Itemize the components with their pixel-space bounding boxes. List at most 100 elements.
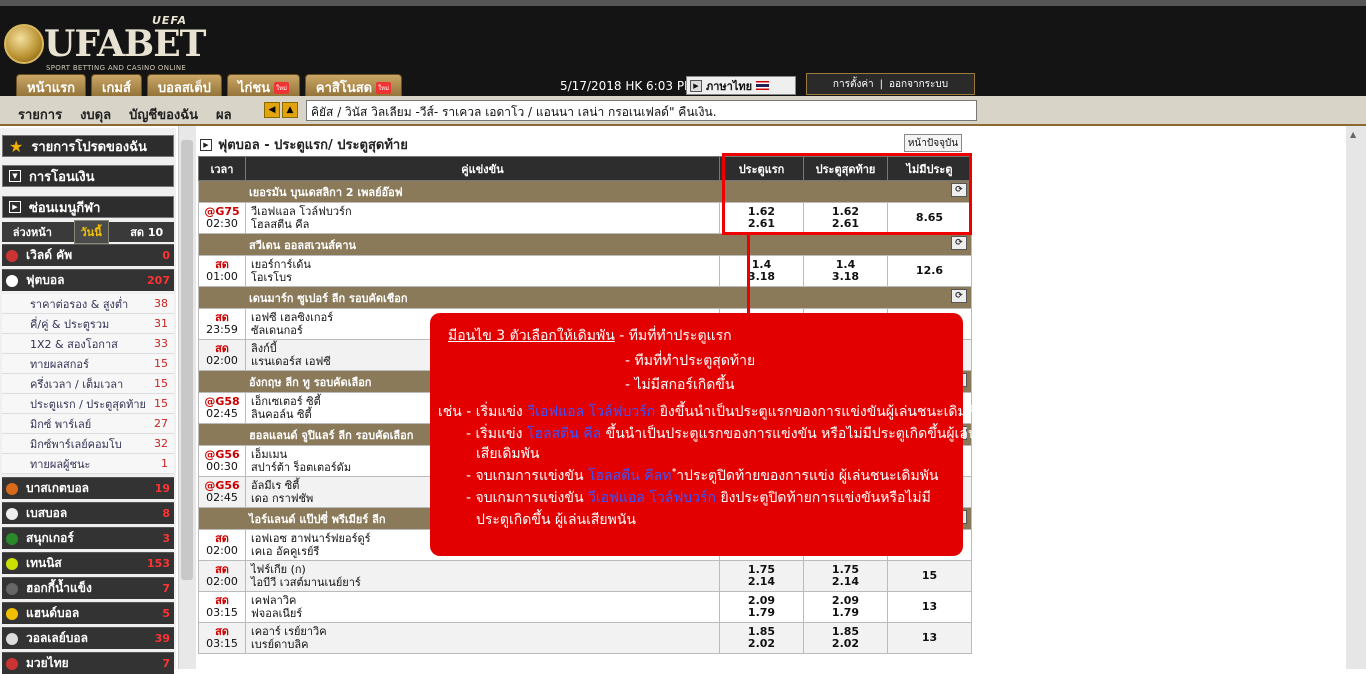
submenu-count: 15 xyxy=(154,377,168,390)
logout-link[interactable]: ออกจากระบบ xyxy=(889,77,948,92)
subnav-item-2[interactable]: บัญชีของฉัน xyxy=(129,104,198,125)
football-submenu-item[interactable]: มิกซ์พาร์เลย์คอมโบ 32 xyxy=(2,434,174,454)
sport-item[interactable]: เทนนิส 153 xyxy=(2,552,174,574)
scroll-up-icon[interactable]: ▲ xyxy=(1350,130,1356,139)
sports-sidebar: ★ รายการโปรดของฉัน ▼ การโอนเงิน ▶ ซ่อนเมนูก… xyxy=(0,128,176,674)
last-goal-odds[interactable]: 2.09 1.79 xyxy=(803,591,888,623)
no-goal-odds[interactable]: 12.6 xyxy=(887,255,972,287)
away-team: ไอบีวี เวสต์มานเนย์ยาร์ xyxy=(251,576,361,589)
sport-item[interactable]: ฮอกกี้น้ำแข็ง 7 xyxy=(2,577,174,599)
sport-ball-icon xyxy=(6,557,18,570)
football-submenu-item[interactable]: ทายผลสกอร์ 15 xyxy=(2,354,174,374)
kickoff-time: 02:30 xyxy=(206,217,238,230)
football-submenu-item[interactable]: 1X2 & สองโอกาส 33 xyxy=(2,334,174,354)
logo-uefa: UEFA xyxy=(152,14,188,27)
site-header: UFABET UEFA SPORT BETTING AND CASINO ONL… xyxy=(0,6,1366,101)
sport-item[interactable]: ฟุตบอล 207 xyxy=(2,269,174,291)
popup-team: โฮลสตีน คีลท xyxy=(587,468,672,484)
subnav-item-0[interactable]: รายการ xyxy=(18,104,62,125)
sport-count: 0 xyxy=(162,249,170,262)
tab-early[interactable]: ล่วงหน้า xyxy=(13,223,52,241)
nav-tab-label: คาสิโนสด xyxy=(315,81,373,96)
subnav-item-3[interactable]: ผล xyxy=(216,104,232,125)
sport-ball-icon xyxy=(6,532,18,545)
no-goal-odds[interactable]: 13 xyxy=(887,622,972,654)
last-goal-odds[interactable]: 1.75 2.14 xyxy=(803,560,888,592)
league-name: เยอรมัน บุนเดสลิกา 2 เพลย์อ๊อฟ xyxy=(249,185,403,199)
sport-item[interactable]: วอลเลย์บอล 39 xyxy=(2,627,174,649)
football-submenu-item[interactable]: ประตูแรก / ประตูสุดท้าย 15 xyxy=(2,394,174,414)
no-goal-odds[interactable]: 15 xyxy=(887,560,972,592)
teams-cell: เคฟลาวิค ฟจอลเนียร์ xyxy=(245,591,720,623)
submenu-label: ทายผลสกอร์ xyxy=(30,357,89,371)
sport-count: 8 xyxy=(162,507,170,520)
football-submenu-item[interactable]: ราคาต่อรอง & สูงต่ำ 38 xyxy=(2,294,174,314)
no-goal-odds[interactable]: 13 xyxy=(887,591,972,623)
league-name: ไอร์แลนด์ แป๊ปซี่ พรีเมียร์ ลีก xyxy=(249,512,386,526)
sidebar-scroll-thumb[interactable] xyxy=(181,140,193,580)
popup-intro: มีอนไข 3 ตัวเลือกให้เดิมพัน xyxy=(448,328,615,344)
first-goal-odds[interactable]: 2.09 1.79 xyxy=(719,591,804,623)
refresh-icon[interactable]: ⟳ xyxy=(951,288,967,303)
first-goal-odds[interactable]: 1.75 2.14 xyxy=(719,560,804,592)
time-cell: สด 01:00 xyxy=(198,255,246,287)
popup-line-5: - เริ่มแข่ง โฮลสตีน คีล ขึ้นนำเป็นประตูแ… xyxy=(466,423,977,445)
last-goal-odds[interactable]: 1.4 3.18 xyxy=(803,255,888,287)
ufabet-logo[interactable]: UFABET UEFA SPORT BETTING AND CASINO ONL… xyxy=(4,14,206,74)
sport-name: เวิลด์ คัพ xyxy=(26,248,73,262)
kickoff-time: 02:00 xyxy=(206,575,238,588)
nav-tab-label: ไก่ชน xyxy=(237,81,271,96)
first-goal-odds[interactable]: 1.85 2.02 xyxy=(719,622,804,654)
tab-today[interactable]: วันนี้ xyxy=(73,220,109,244)
time-cell: สด 02:00 xyxy=(198,529,246,561)
last-goal-odds[interactable]: 1.85 2.02 xyxy=(803,622,888,654)
football-submenu-item[interactable]: ครึ่งเวลา / เต็มเวลา 15 xyxy=(2,374,174,394)
hide-menu-header[interactable]: ▶ ซ่อนเมนูกีฬา xyxy=(2,196,174,218)
sport-name: เบสบอล xyxy=(26,506,68,520)
football-submenu-item[interactable]: ทายผลผู้ชนะ 1 xyxy=(2,454,174,474)
submenu-count: 15 xyxy=(154,397,168,410)
separator: | xyxy=(879,78,884,90)
match-row: สด 03:15 เคอาร์ เรย์ยาวิค เบรย์ดาบลิค 1.85 2.… xyxy=(198,622,972,654)
nav-tab-label: บอลสเต็ป xyxy=(157,81,211,96)
sport-count: 207 xyxy=(147,274,170,287)
sport-name: วอลเลย์บอล xyxy=(26,631,88,645)
league-row: สวีเดน ออลสเวนส์คาน ⟳ xyxy=(198,233,972,256)
popup-line-9: ประตูเกิดขึ้น ผู้เล่นเสียพนัน xyxy=(476,512,637,528)
favorites-header[interactable]: ★ รายการโปรดของฉัน xyxy=(2,135,174,157)
play-icon: ▶ xyxy=(690,79,702,92)
sport-item[interactable]: เบสบอล 8 xyxy=(2,502,174,524)
star-icon: ★ xyxy=(9,136,24,156)
kickoff-time: 01:00 xyxy=(206,270,238,283)
football-submenu-item[interactable]: คี่/คู่ & ประตูรวม 31 xyxy=(2,314,174,334)
popup-team: วีเอฟแอล โวล์ฟบวร์ก xyxy=(587,490,717,506)
tab-live[interactable]: สด 10 xyxy=(130,223,163,241)
submenu-label: คี่/คู่ & ประตูรวม xyxy=(30,317,110,331)
page-scrollbar[interactable]: ▲ xyxy=(1346,126,1366,669)
sport-item[interactable]: สนุกเกอร์ 3 xyxy=(2,527,174,549)
sport-count: 3 xyxy=(162,532,170,545)
subnav-item-1[interactable]: งบดุล xyxy=(80,104,111,125)
arrow-up-icon[interactable]: ▲ xyxy=(282,102,298,118)
kickoff-time: 00:30 xyxy=(206,460,238,473)
refresh-icon[interactable]: ⟳ xyxy=(951,235,967,250)
sport-item[interactable]: เวิลด์ คัพ 0 xyxy=(2,244,174,266)
hide-menu-label: ซ่อนเมนูกีฬา xyxy=(29,200,101,216)
home-team: วีเอฟแอล โวล์ฟบวร์ก xyxy=(251,205,352,218)
sport-item[interactable]: มวยไทย 7 xyxy=(2,652,174,674)
sport-item[interactable]: แฮนด์บอล 5 xyxy=(2,602,174,624)
odds-away: 3.18 xyxy=(831,270,860,283)
submenu-label: มิกซ์ พาร์เลย์ xyxy=(30,417,92,431)
refresh-now-button[interactable]: หน้าปัจจุบัน xyxy=(904,134,962,152)
arrow-left-icon[interactable]: ◀ xyxy=(264,102,280,118)
odds-away: 2.02 xyxy=(831,637,860,650)
language-select[interactable]: ▶ ภาษาไทย xyxy=(686,76,796,95)
time-cell: สด 02:00 xyxy=(198,560,246,592)
settings-link[interactable]: การตั้งค่า xyxy=(833,77,874,92)
first-goal-odds[interactable]: 1.4 3.18 xyxy=(719,255,804,287)
football-submenu-item[interactable]: มิกซ์ พาร์เลย์ 27 xyxy=(2,414,174,434)
transfer-header[interactable]: ▼ การโอนเงิน xyxy=(2,165,174,187)
sport-item[interactable]: บาสเกตบอล 19 xyxy=(2,477,174,499)
sport-ball-icon xyxy=(6,657,18,670)
time-cell: @G56 02:45 xyxy=(198,476,246,508)
